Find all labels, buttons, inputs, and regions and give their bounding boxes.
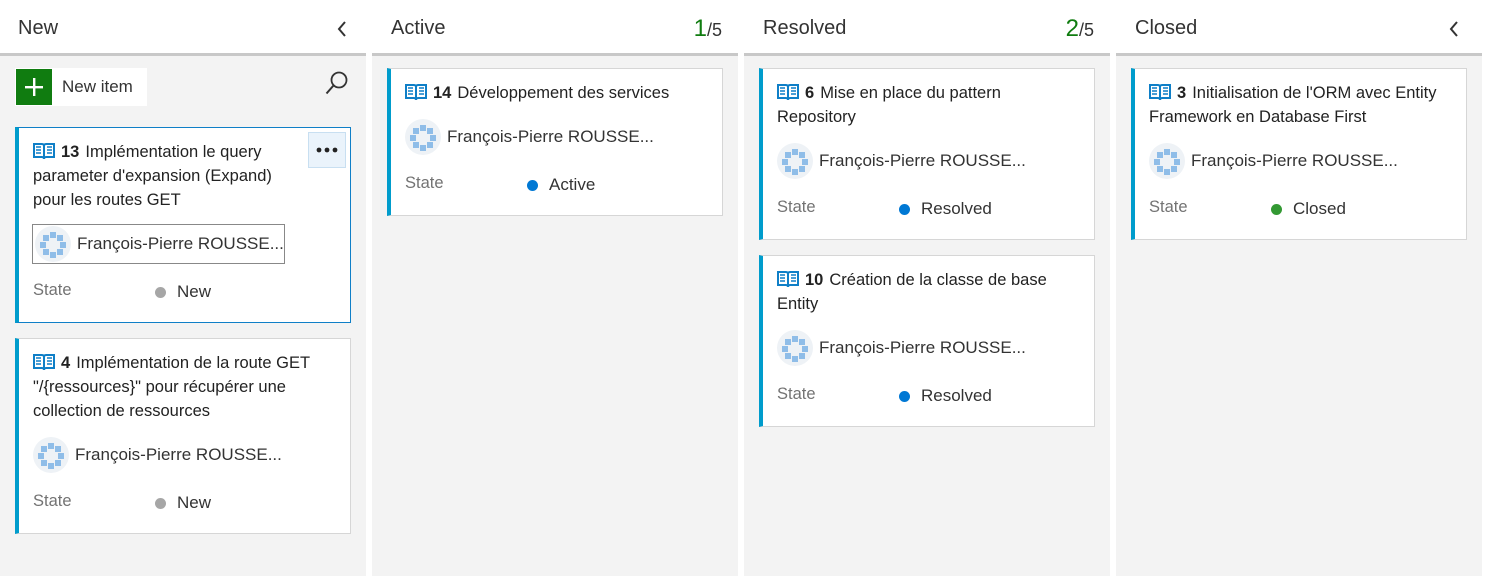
column-new: New New item 13 Implémentation le query p… [0,0,366,576]
card-title[interactable]: 10 Création de la classe de base Entity [777,268,1082,316]
book-icon [405,84,427,101]
work-item-card[interactable]: 3 Initialisation de l'ORM avec Entity Fra… [1131,68,1467,240]
card-title[interactable]: 3 Initialisation de l'ORM avec Entity Fra… [1149,81,1454,129]
work-item-id: 14 [433,84,452,102]
column-resolved: Resolved 2/5 6 Mise en place du pattern R… [744,0,1110,576]
state-dot-icon [899,390,910,402]
column-closed: Closed 3 Initialisation de l'ORM avec Ent… [1116,0,1482,576]
state-label: State [405,174,444,192]
state-dot-icon [899,203,910,215]
column-body-closed: 3 Initialisation de l'ORM avec Entity Fra… [1116,56,1482,576]
plus-icon [16,69,52,105]
state-value[interactable]: Resolved [899,199,992,219]
work-item-id: 3 [1177,84,1187,102]
card-title[interactable]: 4 Implémentation de la route GET "/{resso… [33,351,338,423]
assignee-name: François-Pierre ROUSSE... [819,151,1026,170]
avatar [777,330,813,366]
new-item-button[interactable]: New item [15,68,147,106]
column-header-resolved: Resolved 2/5 [744,0,1110,56]
card-title[interactable]: 13 Implémentation le query parameter d'ex… [33,140,300,212]
state-label: State [1149,198,1188,216]
work-item-id: 13 [61,143,80,161]
assignee-field[interactable]: François-Pierre ROUSSE... [1149,141,1398,181]
column-body-active: 14 Développement des services François-Pi… [372,56,738,576]
avatar [405,119,441,155]
card-title[interactable]: 14 Développement des services [405,81,710,105]
state-value[interactable]: Resolved [899,386,992,406]
state-dot-icon [155,286,166,298]
work-item-card[interactable]: 4 Implémentation de la route GET "/{resso… [15,338,351,534]
state-label: State [33,492,72,510]
column-title: Resolved [763,17,847,39]
state-label: State [777,385,816,403]
state-dot-icon [527,179,538,191]
chevron-left-icon[interactable] [1448,20,1460,38]
assignee-name: François-Pierre ROUSSE... [75,445,282,464]
column-body-new: New item 13 Implémentation le query param… [0,56,366,576]
work-item-id: 6 [805,84,815,102]
state-dot-icon [1271,203,1282,215]
new-item-label: New item [62,77,133,96]
column-header-closed: Closed [1116,0,1482,56]
avatar [777,143,813,179]
book-icon [1149,84,1171,101]
wip-count: 1/5 [693,15,722,42]
state-value[interactable]: New [155,282,211,302]
column-title: Closed [1135,17,1198,39]
column-active: Active 1/5 14 Développement des services … [372,0,738,576]
work-item-card[interactable]: 6 Mise en place du pattern Repository Fra… [759,68,1095,240]
column-title: Active [391,17,446,39]
column-header-new: New [0,0,366,56]
book-icon [33,354,55,371]
work-item-title: Développement des services [457,84,670,102]
book-icon [777,84,799,101]
assignee-name: François-Pierre ROUSSE... [1191,151,1398,170]
chevron-left-icon[interactable] [336,20,348,38]
assignee-field[interactable]: François-Pierre ROUSSE... [405,117,654,157]
column-body-resolved: 6 Mise en place du pattern Repository Fra… [744,56,1110,576]
work-item-title: Initialisation de l'ORM avec Entity Fram… [1149,84,1437,126]
wip-count: 2/5 [1065,15,1094,42]
assignee-field[interactable]: François-Pierre ROUSSE... [32,224,285,264]
work-item-card[interactable]: 13 Implémentation le query parameter d'ex… [15,127,351,323]
avatar [35,226,71,262]
assignee-field[interactable]: François-Pierre ROUSSE... [777,328,1026,368]
more-options-button[interactable] [308,132,346,168]
search-icon[interactable] [324,70,350,98]
book-icon [777,271,799,288]
avatar [33,437,69,473]
avatar [1149,143,1185,179]
work-item-id: 4 [61,354,71,372]
assignee-field[interactable]: François-Pierre ROUSSE... [777,141,1026,181]
column-title: New [18,17,59,39]
work-item-id: 10 [805,271,824,289]
assignee-field[interactable]: François-Pierre ROUSSE... [33,435,282,475]
state-dot-icon [155,497,166,509]
assignee-name: François-Pierre ROUSSE... [77,234,284,253]
state-value[interactable]: New [155,493,211,513]
more-icon [316,147,338,153]
state-value[interactable]: Closed [1271,199,1346,219]
work-item-card[interactable]: 10 Création de la classe de base Entity F… [759,255,1095,427]
work-item-title: Implémentation de la route GET "/{ressou… [33,354,310,420]
state-label: State [33,281,72,299]
book-icon [33,143,55,160]
state-value[interactable]: Active [527,175,595,195]
work-item-card[interactable]: 14 Développement des services François-Pi… [387,68,723,216]
card-title[interactable]: 6 Mise en place du pattern Repository [777,81,1082,129]
state-label: State [777,198,816,216]
assignee-name: François-Pierre ROUSSE... [819,338,1026,357]
assignee-name: François-Pierre ROUSSE... [447,127,654,146]
column-header-active: Active 1/5 [372,0,738,56]
